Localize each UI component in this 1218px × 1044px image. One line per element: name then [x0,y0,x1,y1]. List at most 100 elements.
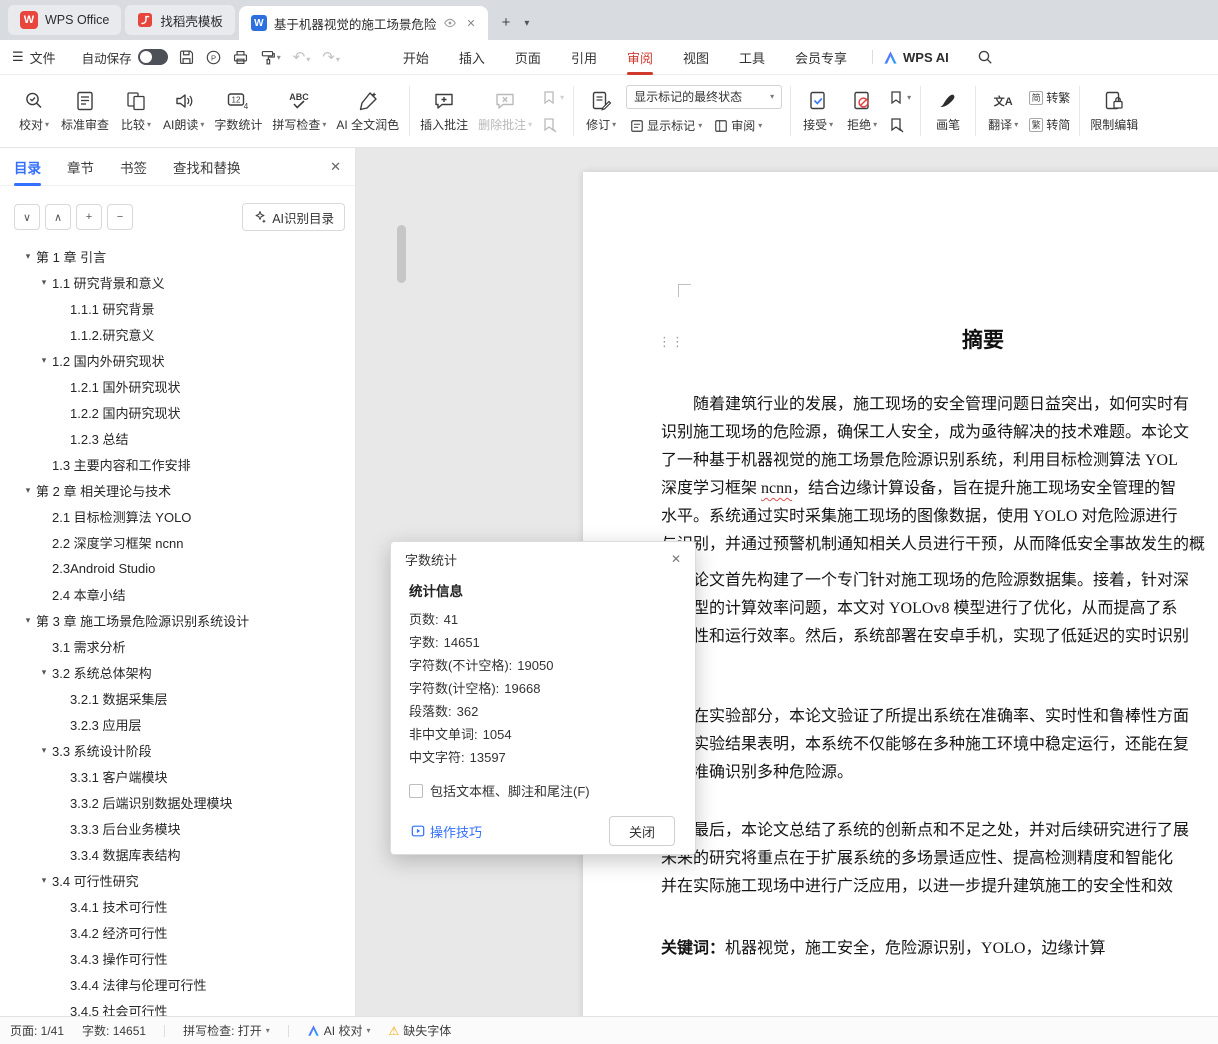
toc-item[interactable]: ▾ 3.2.1 数据采集层 [0,685,355,711]
spell-check-button[interactable]: ABC 拼写检查▾ [267,79,331,143]
toc-item[interactable]: ▾ 3.4.1 技术可行性 [0,893,355,919]
ribbon-tab[interactable]: 引用 [556,40,612,75]
tips-link[interactable]: 操作技巧 [411,822,482,841]
new-tab-button[interactable]: + [502,14,511,31]
toc-item[interactable]: ▾ 3.3.1 客户端模块 [0,763,355,789]
restrict-editing-button[interactable]: 限制编辑 [1085,79,1143,143]
next-change-button[interactable] [885,114,914,136]
export-pdf-button[interactable]: P [205,49,222,66]
ribbon-tab[interactable]: 视图 [668,40,724,75]
ribbon-tab[interactable]: 插入 [444,40,500,75]
toc-item[interactable]: ▾ 1.1.2.研究意义 [0,321,355,347]
expand-triangle-icon[interactable]: ▾ [36,277,52,288]
search-button[interactable] [977,49,993,65]
word-count-button[interactable]: 124 字数统计 [209,79,267,143]
toc-item[interactable]: ▾ 1.2 国内外研究现状 [0,347,355,373]
reject-button[interactable]: 拒绝▾ [840,79,884,143]
file-menu-button[interactable]: ☰ 文件 [12,48,56,67]
expand-triangle-icon[interactable]: ▾ [20,485,36,496]
toc-zoom-in-button[interactable]: + [76,204,102,230]
tab-wps-office[interactable]: W WPS Office [8,5,121,35]
toc-item[interactable]: ▾ 1.2.2 国内研究现状 [0,399,355,425]
review-pane-button[interactable]: 审阅 ▾ [710,114,766,138]
page-indicator[interactable]: 页面: 1/41 [10,1022,64,1039]
previous-change-button[interactable]: ▾ [885,87,914,109]
previous-comment-button[interactable]: ▾ [538,87,567,109]
paragraph-drag-handle[interactable]: ⋮⋮ [658,335,684,348]
toc-item[interactable]: ▾ 1.3 主要内容和工作安排 [0,451,355,477]
expand-triangle-icon[interactable]: ▾ [20,251,36,262]
toc-zoom-out-button[interactable]: − [107,204,133,230]
toc-item[interactable]: ▾ 2.1 目标检测算法 YOLO [0,503,355,529]
toc-item[interactable]: ▾ 3.3.3 后台业务模块 [0,815,355,841]
spell-check-status[interactable]: 拼写检查: 打开 ▾ [183,1022,270,1039]
ai-read-aloud-button[interactable]: AI朗读▾ [158,79,209,143]
to-traditional-button[interactable]: 简 转繁 [1026,87,1073,109]
format-painter-button[interactable]: ▾ [259,49,281,66]
tab-document-active[interactable]: W 基于机器视觉的施工场景危险 ✕ [239,6,488,40]
ribbon-tab[interactable]: 开始 [388,40,444,75]
toc-item[interactable]: ▾ 3.3.2 后端识别数据处理模块 [0,789,355,815]
toc-item[interactable]: ▾ 3.3 系统设计阶段 [0,737,355,763]
tab-list-chevron-icon[interactable]: ▾ [524,18,529,29]
expand-triangle-icon[interactable]: ▾ [36,667,52,678]
toc-item[interactable]: ▾ 1.2.3 总结 [0,425,355,451]
ai-recognize-toc-button[interactable]: AI识别目录 [242,203,345,231]
pen-button[interactable]: 画笔 [926,79,970,143]
scrollbar-thumb[interactable] [397,225,406,283]
checkbox-unchecked[interactable] [409,784,423,798]
undo-button[interactable]: ↶▾ [293,48,311,66]
ribbon-tab[interactable]: 审阅 [612,40,668,75]
sidebar-tab[interactable]: 书签 [120,148,147,186]
markup-state-dropdown[interactable]: 显示标记的最终状态 ▾ [626,85,782,109]
toc-item[interactable]: ▾ 3.4.3 操作可行性 [0,945,355,971]
autosave-toggle[interactable] [138,49,168,65]
toc-collapse-button[interactable]: ∨ [14,204,40,230]
word-count-indicator[interactable]: 字数: 14651 [82,1022,146,1039]
standard-review-button[interactable]: 标准审查 [56,79,114,143]
toc-item[interactable]: ▾ 2.3Android Studio [0,555,355,581]
sidebar-close-icon[interactable]: ✕ [330,159,341,175]
expand-triangle-icon[interactable]: ▾ [36,745,52,756]
show-markup-button[interactable]: 显示标记 ▾ [626,114,706,138]
missing-font-warning[interactable]: ⚠ 缺失字体 [388,1022,451,1039]
next-comment-button[interactable] [538,114,567,136]
dialog-close-icon[interactable]: ✕ [671,552,681,566]
toc-item[interactable]: ▾ 3.1 需求分析 [0,633,355,659]
ai-proofread-status[interactable]: AI 校对 ▾ [307,1022,371,1039]
toc-item[interactable]: ▾ 2.4 本章小结 [0,581,355,607]
toc-item[interactable]: ▾ 1.1 研究背景和意义 [0,269,355,295]
expand-triangle-icon[interactable]: ▾ [20,615,36,626]
close-button[interactable]: 关闭 [609,816,675,846]
toc-item[interactable]: ▾ 3.4.4 法律与伦理可行性 [0,971,355,997]
tab-close-icon[interactable]: ✕ [466,17,475,30]
insert-comment-button[interactable]: 插入批注 [415,79,473,143]
delete-comment-button[interactable]: 删除批注▾ [473,79,537,143]
ai-polish-button[interactable]: AI 全文润色 [331,79,404,143]
toc-item[interactable]: ▾ 2.2 深度学习框架 ncnn [0,529,355,555]
toc-item[interactable]: ▾ 3.4.5 社会可行性 [0,997,355,1016]
wps-ai-button[interactable]: WPS AI [883,50,949,65]
toc-item[interactable]: ▾ 第 1 章 引言 [0,243,355,269]
toc-item[interactable]: ▾ 3.3.4 数据库表结构 [0,841,355,867]
ribbon-tab[interactable]: 工具 [724,40,780,75]
ribbon-tab[interactable]: 会员专享 [780,40,862,75]
toc-item[interactable]: ▾ 3.2 系统总体架构 [0,659,355,685]
expand-triangle-icon[interactable]: ▾ [36,355,52,366]
compare-button[interactable]: 比较▾ [114,79,158,143]
sidebar-tab[interactable]: 目录 [14,148,41,186]
translate-button[interactable]: 文A 翻译▾ [981,79,1025,143]
save-button[interactable] [178,49,195,66]
sidebar-tab[interactable]: 章节 [67,148,94,186]
sidebar-tab[interactable]: 查找和替换 [173,148,241,186]
track-changes-button[interactable]: 修订▾ [579,79,623,143]
toc-item[interactable]: ▾ 1.2.1 国外研究现状 [0,373,355,399]
toc-item[interactable]: ▾ 3.2.3 应用层 [0,711,355,737]
to-simplified-button[interactable]: 繁 转简 [1026,114,1073,136]
toc-item[interactable]: ▾ 第 2 章 相关理论与技术 [0,477,355,503]
toc-item[interactable]: ▾ 3.4 可行性研究 [0,867,355,893]
dialog-titlebar[interactable]: 字数统计 ✕ [391,542,695,576]
proofread-button[interactable]: 校对▾ [12,79,56,143]
print-button[interactable] [232,49,249,66]
expand-triangle-icon[interactable]: ▾ [36,875,52,886]
